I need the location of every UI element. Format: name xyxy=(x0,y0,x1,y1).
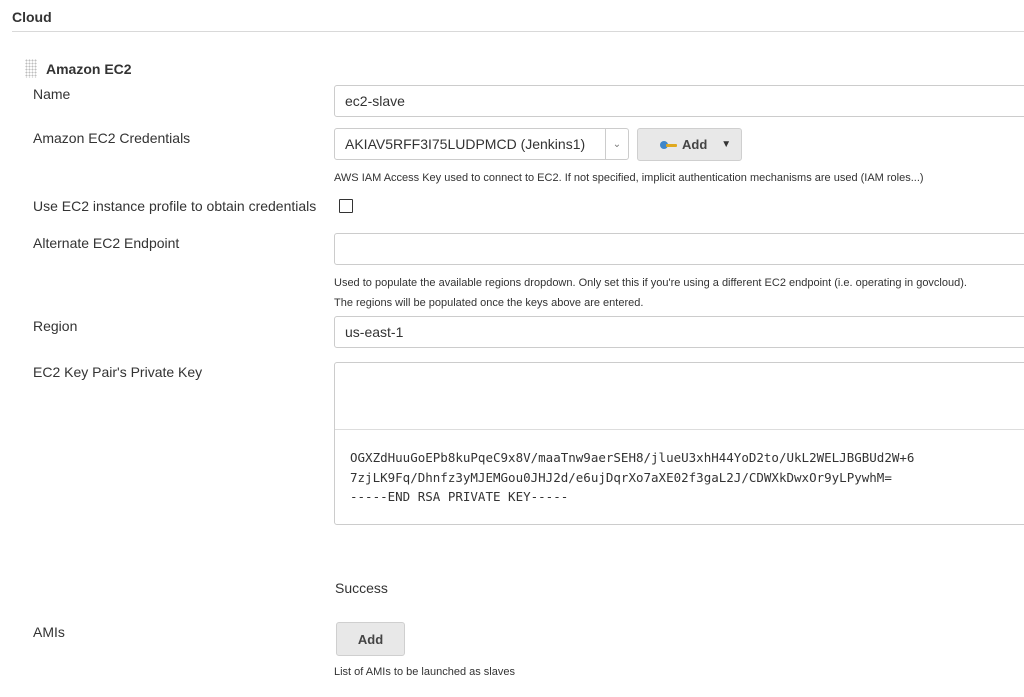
jenkins-cloud-config-page: Cloud Amazon EC2 Name Amazon EC2 Credent… xyxy=(0,0,1024,697)
credentials-label: Amazon EC2 Credentials xyxy=(33,130,191,146)
region-input[interactable] xyxy=(334,316,1024,348)
region-label: Region xyxy=(33,318,78,334)
name-input[interactable] xyxy=(334,85,1024,117)
caret-down-icon: ▼ xyxy=(721,139,732,150)
credentials-select[interactable]: AKIAV5RFF3I75LUDPMCD (Jenkins1) ⌄ xyxy=(334,128,629,160)
amis-label: AMIs xyxy=(33,624,65,640)
endpoint-input[interactable] xyxy=(334,233,1024,265)
private-key-line: 7zjLK9Fq/Dhnfz3yMJEMGou0JHJ2d/e6ujDqrXo7… xyxy=(350,469,892,485)
credentials-selected-value: AKIAV5RFF3I75LUDPMCD (Jenkins1) xyxy=(345,136,586,152)
add-credentials-label: Add xyxy=(682,137,708,152)
add-credentials-button[interactable]: Add ▼ xyxy=(637,128,742,161)
name-label: Name xyxy=(33,86,71,102)
credentials-help: AWS IAM Access Key used to connect to EC… xyxy=(334,172,924,184)
endpoint-label: Alternate EC2 Endpoint xyxy=(33,235,180,251)
endpoint-help-line2: The regions will be populated once the k… xyxy=(334,297,644,309)
private-key-scrolled-region xyxy=(335,363,1024,430)
cloud-block-title: Amazon EC2 xyxy=(46,61,132,77)
drag-handle-icon[interactable] xyxy=(25,59,37,78)
private-key-line: OGXZdHuuGoEPb8kuPqeC9x8V/maaTnw9aerSEH8/… xyxy=(350,450,915,465)
section-divider xyxy=(12,31,1024,32)
connection-test-status: Success xyxy=(335,580,388,596)
private-key-line: -----END RSA PRIVATE KEY----- xyxy=(350,489,569,504)
private-key-content: OGXZdHuuGoEPb8kuPqeC9x8V/maaTnw9aerSEH8/… xyxy=(335,430,1024,507)
endpoint-help-line1: Used to populate the available regions d… xyxy=(334,277,967,289)
instance-profile-checkbox[interactable] xyxy=(339,199,353,213)
key-icon xyxy=(660,140,678,150)
private-key-textarea[interactable]: OGXZdHuuGoEPb8kuPqeC9x8V/maaTnw9aerSEH8/… xyxy=(334,362,1024,525)
private-key-label: EC2 Key Pair's Private Key xyxy=(33,364,203,380)
add-ami-button[interactable]: Add xyxy=(336,622,405,656)
section-title: Cloud xyxy=(12,9,52,25)
instance-profile-label: Use EC2 instance profile to obtain crede… xyxy=(33,198,317,214)
amis-help: List of AMIs to be launched as slaves xyxy=(334,666,515,678)
chevron-down-icon: ⌄ xyxy=(605,129,628,159)
